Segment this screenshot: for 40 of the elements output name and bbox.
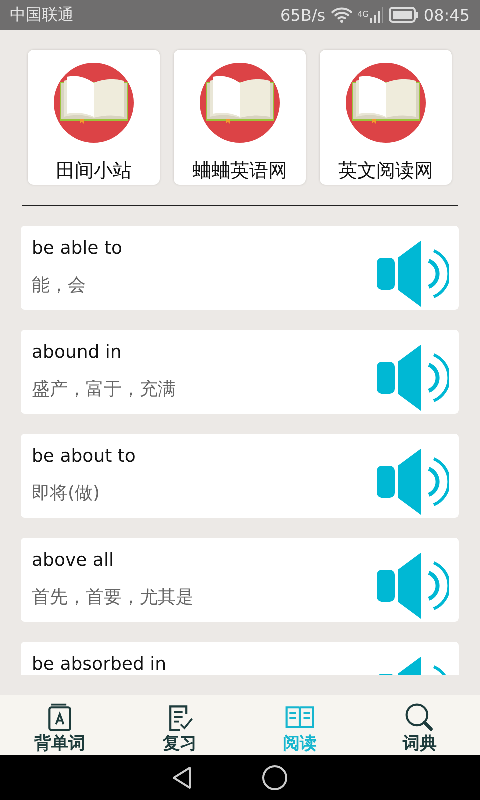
phrase-meaning: 盛产，富于，充满 [32,378,176,401]
phrase-text: be absorbed in [32,654,167,675]
phrase-card[interactable]: be able to 能，会 [21,226,459,310]
phrase-meaning: 能，会 [32,274,87,297]
phrase-text: abound in [32,342,123,363]
phrase-text: be able to [32,238,123,259]
phrase-meaning: 即将(做) [32,482,102,505]
phrase-text: above all [32,550,115,571]
phrase-meaning: 首先，首要，尤其是 [32,586,194,609]
phrase-text: be about to [32,446,136,467]
phrase-card[interactable]: be absorbed in [21,642,459,675]
search-icon [404,702,436,734]
site-name: 田间小站 [56,159,132,184]
battery-icon [388,7,419,23]
book-icon [54,63,134,143]
speaker-icon[interactable] [377,345,449,411]
site-name: 英文阅读网 [338,159,434,184]
tab[interactable]: 词典 [360,695,480,755]
phrase-card[interactable]: be about to 即将(做) [21,434,459,518]
speaker-icon[interactable] [377,449,449,515]
home-icon[interactable] [262,764,288,790]
network-type: 4G [358,10,369,18]
signal-icon [370,7,384,23]
book-icon [346,63,426,143]
tab[interactable]: 复习 [120,695,240,755]
network-speed: 65B/s [280,6,326,24]
book-icon [200,63,280,143]
site-card[interactable]: 英文阅读网 [320,50,452,185]
phrase-card[interactable]: above all 首先，首要，尤其是 [21,538,459,622]
speaker-icon[interactable] [377,241,449,307]
speaker-icon[interactable] [377,553,449,619]
site-card[interactable]: 蛐蛐英语网 [174,50,306,185]
wifi-icon [330,7,353,23]
clock: 08:45 [424,6,470,24]
site-card[interactable]: 田间小站 [28,50,160,185]
tab[interactable]: 背单词 [0,695,120,755]
phrase-card[interactable]: abound in 盛产，富于，充满 [21,330,459,414]
site-name: 蛐蛐英语网 [192,159,288,184]
carrier-name: 中国联通 [10,4,74,26]
back-icon[interactable] [172,766,192,790]
